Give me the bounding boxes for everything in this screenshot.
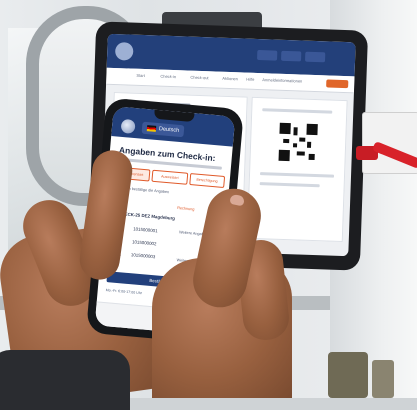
thumbnail <box>229 193 246 207</box>
side-note: Rechnung <box>177 206 195 212</box>
row-value: 1015000001 <box>132 226 158 234</box>
tablet-nav-item[interactable]: Anmeldeinformationen <box>262 77 302 83</box>
tablet-qr-panel <box>246 96 348 243</box>
text-line <box>262 108 333 114</box>
address-line: Mo.-Fr. 6:00-17:00 Uhr <box>105 288 143 296</box>
german-flag-icon <box>146 125 157 132</box>
tab-ausweisart[interactable]: Ausweisart <box>151 169 188 185</box>
language-label: Deutsch <box>158 126 180 134</box>
tablet-header-button-1[interactable] <box>257 49 278 61</box>
text-line <box>260 172 335 178</box>
tablet-nav-item[interactable]: Check-out <box>190 75 208 81</box>
checkbox-label: Ich bestätige die Angaben <box>125 186 170 195</box>
floor-object-small <box>372 360 394 398</box>
tab-berechtigung[interactable]: Berechtigung <box>188 172 226 189</box>
row-value: 1015000002 <box>131 239 157 247</box>
language-selector[interactable]: Deutsch <box>141 121 185 138</box>
tablet-logo-icon <box>114 42 134 61</box>
row-value: 1015000003 <box>130 252 156 260</box>
text-line <box>259 182 320 188</box>
tablet-nav-item[interactable]: Check-in <box>160 74 176 80</box>
tablet-header-button-3[interactable] <box>304 51 326 63</box>
tablet-nav-item[interactable]: Aktionen <box>222 76 238 82</box>
sleeve <box>0 350 130 410</box>
qr-code-icon <box>278 122 318 163</box>
tablet-nav-item[interactable]: Start <box>136 73 145 78</box>
tablet-header-button-2[interactable] <box>281 50 302 62</box>
tablet-orange-button[interactable] <box>326 79 349 89</box>
floor-object <box>328 352 368 398</box>
company-logo-icon <box>120 118 136 135</box>
tablet-nav-item[interactable]: Hilfe <box>246 77 254 82</box>
